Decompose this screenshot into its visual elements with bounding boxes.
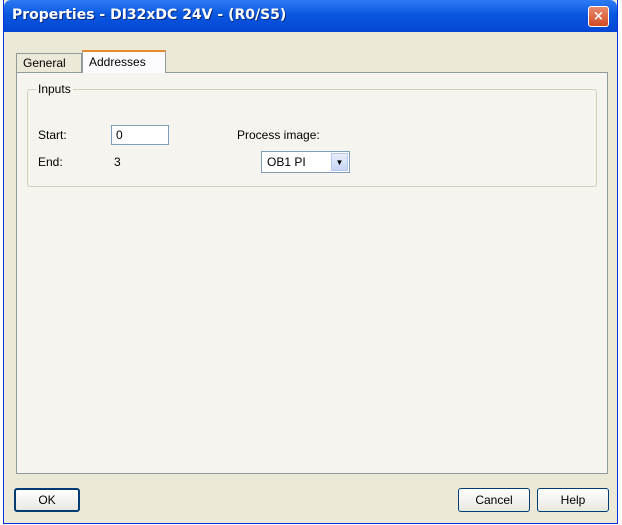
- start-label: Start:: [38, 128, 67, 142]
- process-image-value: OB1 PI: [267, 155, 306, 169]
- ok-button[interactable]: OK: [14, 488, 80, 512]
- start-address-input[interactable]: [111, 125, 169, 145]
- title-bar[interactable]: Properties - DI32xDC 24V - (R0/S5) ×: [4, 0, 617, 32]
- tab-general[interactable]: General: [16, 53, 82, 72]
- window-title: Properties - DI32xDC 24V - (R0/S5): [12, 7, 287, 23]
- process-image-select[interactable]: OB1 PI ▼: [261, 151, 350, 173]
- end-label: End:: [38, 155, 63, 169]
- inputs-group: Inputs Start: End: 3 Process image: OB1 …: [27, 82, 597, 187]
- process-image-label: Process image:: [237, 128, 320, 142]
- help-button[interactable]: Help: [537, 488, 609, 512]
- tab-addresses[interactable]: Addresses: [82, 50, 166, 73]
- inputs-group-legend: Inputs: [36, 82, 73, 96]
- end-address-value: 3: [114, 155, 121, 169]
- close-icon: ×: [593, 9, 604, 24]
- chevron-down-icon[interactable]: ▼: [331, 153, 348, 171]
- addresses-panel: Inputs Start: End: 3 Process image: OB1 …: [16, 72, 608, 474]
- close-button[interactable]: ×: [588, 6, 609, 27]
- cancel-button[interactable]: Cancel: [458, 488, 530, 512]
- properties-dialog: Properties - DI32xDC 24V - (R0/S5) × Gen…: [3, 0, 618, 524]
